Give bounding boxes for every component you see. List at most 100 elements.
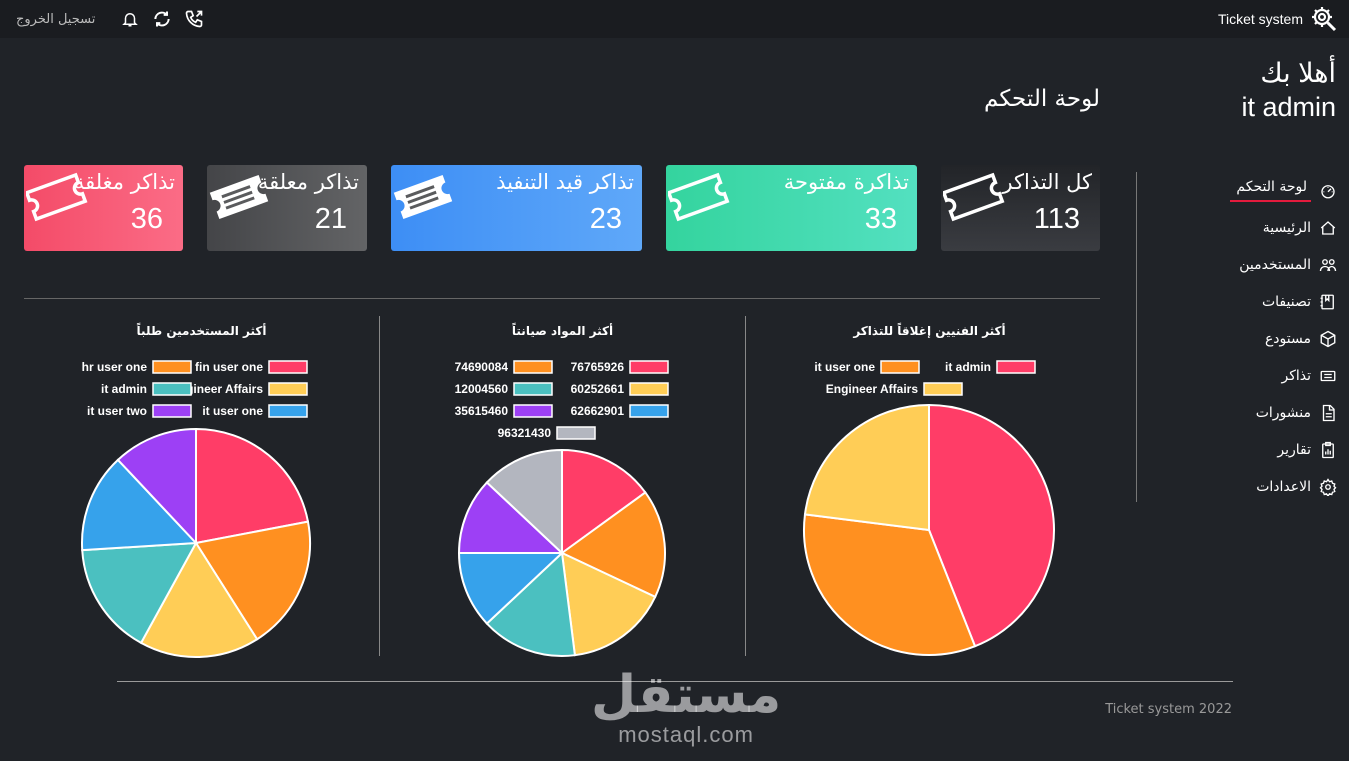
legend-item[interactable]: 74690084 bbox=[455, 360, 553, 374]
legend-swatch bbox=[629, 382, 669, 396]
sidebar-item[interactable]: منشورات bbox=[1137, 394, 1337, 431]
stat-title: تذاكر قيد التنفيذ bbox=[496, 170, 634, 194]
users-icon bbox=[1319, 258, 1337, 271]
phone-icon[interactable] bbox=[183, 8, 205, 30]
stat-card[interactable]: تذاكرة مفتوحة 33 bbox=[666, 165, 917, 251]
sidebar-item-label: لوحة التحكم bbox=[1230, 179, 1311, 202]
stat-card[interactable]: كل التذاكر 113 bbox=[941, 165, 1100, 251]
stat-card[interactable]: تذاكر معلقة 21 bbox=[207, 165, 367, 251]
legend-item[interactable]: 76765926 bbox=[571, 360, 669, 374]
sidebar-item-label: مستودع bbox=[1264, 330, 1311, 347]
bell-icon[interactable] bbox=[119, 8, 141, 30]
sidebar-item[interactable]: تصنيفات bbox=[1137, 283, 1337, 320]
refresh-icon[interactable] bbox=[151, 8, 173, 30]
legend-swatch bbox=[880, 360, 920, 374]
ticket-icon bbox=[668, 172, 730, 222]
sidebar-item-label: تذاكر bbox=[1281, 367, 1311, 384]
legend-label: hr user one bbox=[82, 360, 148, 374]
legend-label: 12004560 bbox=[455, 382, 509, 396]
stat-card[interactable]: تذاكر قيد التنفيذ 23 bbox=[391, 165, 642, 251]
legend-item[interactable]: it user one bbox=[814, 360, 920, 374]
legend-item[interactable]: it admin bbox=[945, 360, 1036, 374]
legend-item[interactable]: it user one bbox=[202, 404, 308, 418]
footer-text: Ticket system 2022 bbox=[1105, 702, 1232, 717]
sidebar-item-label: الاعدادات bbox=[1256, 478, 1311, 495]
ticket-icon bbox=[943, 172, 1005, 222]
legend-label: 74690084 bbox=[455, 360, 509, 374]
home-icon bbox=[1320, 220, 1336, 235]
pie-slice[interactable] bbox=[803, 403, 930, 532]
legend-item[interactable]: Engineer Affairs bbox=[826, 382, 963, 396]
username: it admin bbox=[1241, 92, 1336, 122]
chart-title: أكثر المواد صيانتاً bbox=[511, 324, 614, 338]
sidebar-item-label: منشورات bbox=[1255, 404, 1311, 421]
legend-swatch bbox=[513, 360, 553, 374]
chart-title: أكثر الفنيين إغلاقاً للتذاكر bbox=[853, 324, 1006, 338]
legend-item[interactable]: 96321430 bbox=[498, 426, 596, 440]
legend-label: 62662901 bbox=[571, 404, 625, 418]
legend-item[interactable]: it admin bbox=[101, 382, 192, 396]
chart-top-closers: أكثر الفنيين إغلاقاً للتذاكر it admin it … bbox=[752, 316, 1107, 661]
legend-swatch bbox=[629, 360, 669, 374]
watermark-latin: mostaql.com bbox=[618, 722, 754, 747]
sidebar-item[interactable]: الرئيسية bbox=[1137, 209, 1337, 246]
sidebar-item-label: الرئيسية bbox=[1262, 219, 1311, 236]
greeting: أهلا بك bbox=[1260, 58, 1336, 88]
legend-label: Engineer Affairs bbox=[826, 382, 919, 396]
gear-icon bbox=[1319, 477, 1337, 496]
top-bar: تسجيل الخروج Ticket system bbox=[0, 0, 1349, 38]
legend-swatch bbox=[268, 360, 308, 374]
sidebar-item[interactable]: مستودع bbox=[1137, 320, 1337, 357]
top-actions: تسجيل الخروج bbox=[16, 8, 205, 30]
legend-swatch bbox=[923, 382, 963, 396]
legend-swatch bbox=[556, 426, 596, 440]
legend-item[interactable]: 35615460 bbox=[455, 404, 553, 418]
sidebar: لوحة التحكم الرئيسية المستخدمين تصنيفات مستو… bbox=[1137, 172, 1337, 505]
brand[interactable]: Ticket system bbox=[1218, 6, 1337, 32]
legend-label: it user one bbox=[202, 404, 263, 418]
sidebar-item[interactable]: تذاكر bbox=[1137, 357, 1337, 394]
legend-item[interactable]: 62662901 bbox=[571, 404, 669, 418]
sidebar-item-label: المستخدمين bbox=[1239, 256, 1311, 273]
legend-label: 96321430 bbox=[498, 426, 552, 440]
report-icon bbox=[1322, 441, 1334, 458]
box-icon bbox=[1320, 330, 1336, 347]
watermark: مستقل mostaql.com bbox=[591, 668, 781, 748]
sidebar-item-label: تقارير bbox=[1277, 441, 1311, 458]
stat-card[interactable]: تذاكر مغلقة 36 bbox=[24, 165, 183, 251]
legend-item[interactable]: fin user one bbox=[195, 360, 308, 374]
pie-chart-svg: it admin it user one Engineer Affairs bbox=[803, 360, 1055, 656]
page-title: لوحة التحكم bbox=[984, 86, 1100, 112]
legend-item[interactable]: it user two bbox=[87, 404, 192, 418]
stat-title: تذاكر معلقة bbox=[257, 170, 359, 194]
legend-swatch bbox=[513, 382, 553, 396]
legend-label: 76765926 bbox=[571, 360, 625, 374]
legend-swatch bbox=[152, 382, 192, 396]
legend-swatch bbox=[268, 404, 308, 418]
legend-swatch bbox=[268, 382, 308, 396]
welcome-block: أهلا بك it admin bbox=[1241, 56, 1336, 124]
legend-item[interactable]: 60252661 bbox=[571, 382, 669, 396]
stat-title: تذاكرة مفتوحة bbox=[783, 170, 909, 194]
sidebar-item[interactable]: تقارير bbox=[1137, 431, 1337, 468]
legend-swatch bbox=[152, 360, 192, 374]
legend-swatch bbox=[629, 404, 669, 418]
document-icon bbox=[1322, 404, 1335, 421]
sidebar-item[interactable]: المستخدمين bbox=[1137, 246, 1337, 283]
pie-chart-svg: 76765926 74690084 60252661 12004560 62662901… bbox=[455, 360, 669, 657]
app-name: Ticket system bbox=[1217, 11, 1303, 27]
sidebar-item[interactable]: الاعدادات bbox=[1137, 468, 1337, 505]
sidebar-item-label: تصنيفات bbox=[1261, 293, 1311, 310]
legend-item[interactable]: hr user one bbox=[82, 360, 192, 374]
stat-value: 36 bbox=[130, 203, 163, 235]
ticket-icon bbox=[1320, 370, 1336, 381]
stat-title: كل التذاكر bbox=[1002, 170, 1092, 194]
chart-top-maintained: أكثر المواد صيانتاً 76765926 74690084 6025… bbox=[385, 316, 740, 661]
sidebar-item[interactable]: لوحة التحكم bbox=[1137, 172, 1337, 209]
legend-swatch bbox=[152, 404, 192, 418]
legend-label: it user two bbox=[87, 404, 147, 418]
legend-item[interactable]: 12004560 bbox=[455, 382, 553, 396]
chart-title: أكثر المستخدمين طلباً bbox=[136, 324, 267, 338]
logout-link[interactable]: تسجيل الخروج bbox=[16, 12, 95, 27]
pie-chart-svg: fin user onehr user oneEngineer Affairsi… bbox=[81, 360, 311, 658]
